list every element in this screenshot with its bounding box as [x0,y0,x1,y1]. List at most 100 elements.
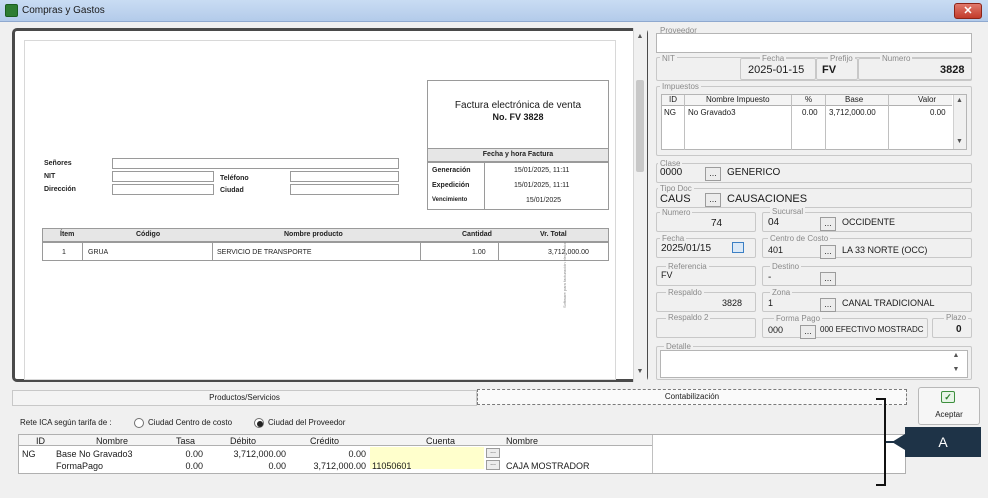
centro-costo-lookup-button[interactable]: ... [820,245,836,259]
acc-row2-tasa: 0.00 [185,461,203,471]
calendar-icon[interactable] [732,242,744,253]
forma-pago-lookup-button[interactable]: ... [800,325,816,339]
generacion-label: Generación [432,167,471,174]
centro-costo-code[interactable]: 401 [768,245,783,255]
radio-ciudad-centro-costo[interactable] [134,418,144,428]
acc-col-tasa: Tasa [176,436,196,446]
tab-contabilizacion-label: Contabilización [664,392,720,401]
prefijo-caption: Prefijo [828,54,855,63]
fecha2-value[interactable]: 2025/01/15 [661,243,711,254]
acc-row2-cuenta-nombre: CAJA MOSTRADOR [506,461,590,471]
col-divider [498,242,499,261]
proveedor-field[interactable] [656,33,972,53]
imp-col-nombre: Nombre Impuesto [706,95,770,104]
check-icon: ✓ [941,391,955,403]
respaldo-value[interactable]: 3828 [722,298,742,308]
col-divider [82,242,83,261]
acc-col-cuenta: Cuenta [426,436,456,446]
acc-row1-tasa: 0.00 [185,449,203,459]
tipo-doc-code[interactable]: CAUS [660,193,691,205]
imp-scroll-up-icon[interactable]: ▲ [953,97,966,104]
col-divider [212,242,213,261]
senores-label: Señores [44,160,72,167]
imp-col-valor: Valor [918,95,937,104]
tab-productos-label: Productos/Servicios [209,393,280,402]
acc-divider [652,435,653,473]
app-icon [5,4,18,17]
radio-ciudad-proveedor-label[interactable]: Ciudad del Proveedor [268,418,345,427]
imp-row-valor: 0.00 [930,108,946,117]
fecha2-caption: Fecha [660,234,687,243]
scroll-down-arrow-icon[interactable]: ▼ [633,368,647,375]
tipo-doc-group [656,188,972,208]
acc-row2-cuenta[interactable]: 11050601 [372,461,411,471]
plazo-value[interactable]: 0 [956,324,962,335]
nit-field [112,171,214,182]
col-codigo: Código [136,231,161,238]
referencia-value[interactable]: FV [661,270,673,280]
row-cantidad: 1.00 [472,249,486,256]
detalle-scroll-up-icon[interactable]: ▲ [949,352,963,359]
destino-lookup-button[interactable]: ... [820,272,836,286]
vencimiento-value: 15/01/2025 [526,197,562,204]
imp-row-base: 3,712,000.00 [829,108,876,117]
scroll-up-arrow-icon[interactable]: ▲ [633,33,647,40]
sucursal-code[interactable]: 04 [768,217,779,228]
invoice-number: No. FV 3828 [492,112,544,122]
respaldo2-caption: Respaldo 2 [666,313,711,322]
col-divider [420,242,421,261]
clase-lookup-button[interactable]: ... [705,167,721,181]
acc-row2-lookup-button[interactable]: ... [486,460,500,470]
imp-divider [825,95,826,150]
radio-ciudad-proveedor[interactable] [254,418,264,428]
ciudad-label: Ciudad [220,187,244,194]
row-item: 1 [62,249,66,256]
expedicion-value: 15/01/2025, 11:11 [514,182,570,189]
forma-pago-code[interactable]: 000 [768,325,783,335]
nit-label: NIT [44,173,56,180]
acc-row1-debito: 3,712,000.00 [233,449,286,459]
annotation-tag: A [905,427,981,457]
direccion-field [112,184,214,195]
radio-ciudad-centro-costo-label[interactable]: Ciudad Centro de costo [148,418,232,427]
col-nombre-producto: Nombre producto [284,231,343,238]
sucursal-name: OCCIDENTE [842,217,896,227]
zona-lookup-button[interactable]: ... [820,298,836,312]
imp-row-pct: 0.00 [802,108,818,117]
ciudad-field [290,184,399,195]
acc-col-credito: Crédito [310,436,340,446]
numero2-caption: Numero [660,208,693,217]
acc-row1-lookup-button[interactable]: ... [486,448,500,458]
imp-row-nombre: No Gravado3 [688,108,736,117]
detalle-scroll-down-icon[interactable]: ▼ [949,366,963,373]
row-codigo: GRUA [88,249,109,256]
zona-code[interactable]: 1 [768,298,773,308]
imp-divider [888,95,889,150]
sucursal-lookup-button[interactable]: ... [820,217,836,231]
direccion-label: Dirección [44,186,76,193]
acc-row2-credito: 3,712,000.00 [313,461,366,471]
clase-code[interactable]: 0000 [660,167,682,178]
numero-value[interactable]: 3828 [940,64,964,76]
detalle-textarea[interactable] [660,350,968,378]
numero2-value[interactable]: 74 [711,218,722,229]
imp-row-id: NG [664,108,676,117]
destino-value[interactable]: - [768,272,771,283]
senores-field [112,158,399,169]
tipo-doc-lookup-button[interactable]: ... [705,193,721,207]
preview-scroll-thumb[interactable] [636,80,644,172]
acc-row1-nombre: Base No Gravado3 [56,449,133,459]
close-button[interactable]: ✕ [954,3,982,19]
respaldo-caption: Respaldo [666,288,704,297]
acc-col-id: ID [36,436,45,446]
window-titlebar [0,0,988,22]
prefijo-value[interactable]: FV [822,64,836,76]
acc-row2-debito: 0.00 [268,461,286,471]
acc-col-cuenta-nombre: Nombre [506,436,539,446]
zona-caption: Zona [770,288,793,297]
imp-scroll-down-icon[interactable]: ▼ [953,138,966,145]
annotation-arrow [892,434,905,450]
fecha-value[interactable]: 2025-01-15 [748,64,804,76]
col-vr-total: Vr. Total [540,231,567,238]
fecha-header: Fecha y hora Factura [427,148,609,162]
